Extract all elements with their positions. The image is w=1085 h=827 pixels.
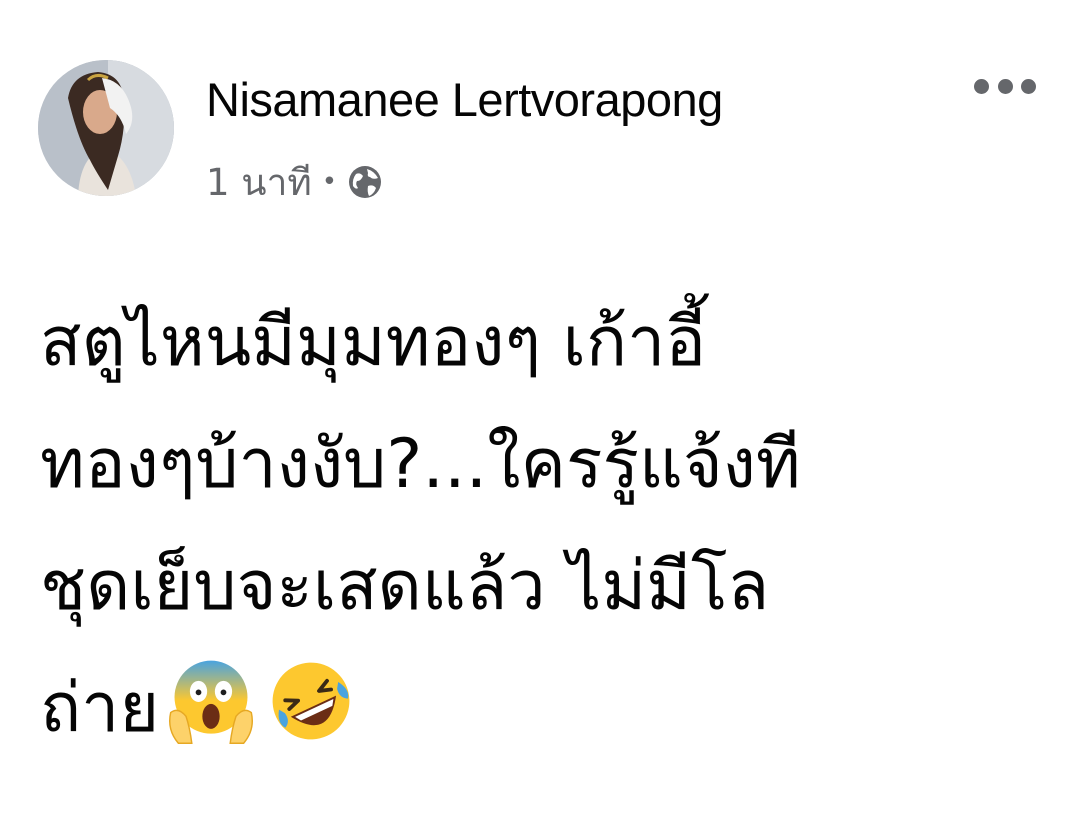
post-timestamp[interactable]: 1 นาที: [206, 153, 312, 212]
post-last-line: ถ่าย: [40, 648, 1050, 770]
post-text-line: สตูไหนมีมุมทองๆ เก้าอี้: [40, 303, 707, 382]
post-body: สตูไหนมีมุมทองๆ เก้าอี้ ทองๆบ้างงับ?...ใ…: [40, 282, 1050, 770]
post-text-line: ถ่าย: [40, 669, 160, 748]
meta-separator: •: [321, 167, 338, 197]
more-options-icon[interactable]: [974, 70, 1036, 102]
more-options-dot: [974, 78, 989, 94]
face-screaming-in-fear-emoji: [163, 653, 259, 749]
post-text-line: ชุดเย็บจะเสดแล้ว ไม่มีโล: [40, 547, 770, 626]
more-options-dot: [1021, 78, 1036, 94]
author-name[interactable]: Nisamanee Lertvorapong: [206, 72, 723, 127]
rolling-on-the-floor-laughing-emoji: [263, 653, 359, 749]
globe-icon[interactable]: [347, 164, 383, 200]
post-meta: 1 นาที •: [206, 157, 383, 207]
avatar-image: [38, 60, 174, 196]
author-avatar[interactable]: [38, 60, 174, 196]
post-text-line: ทองๆบ้างงับ?...ใครรู้แจ้งที: [40, 425, 801, 504]
more-options-dot: [997, 78, 1013, 94]
